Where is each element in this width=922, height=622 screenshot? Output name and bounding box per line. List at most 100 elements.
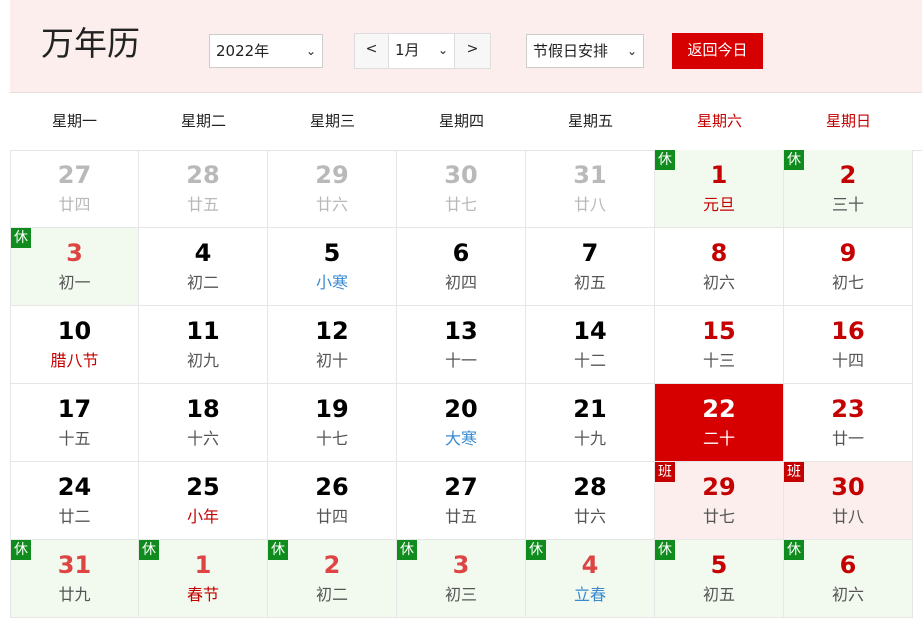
lunar-date: 初十 — [315, 351, 348, 370]
day-cell[interactable]: 12 初十 — [268, 306, 397, 384]
day-number: 25 — [186, 473, 220, 501]
day-cell[interactable]: 休 31 廿九 — [10, 540, 139, 618]
day-number: 12 — [315, 317, 349, 345]
day-cell[interactable]: 27 廿四 — [10, 150, 139, 228]
day-number: 4 — [194, 239, 212, 267]
lunar-date: 初五 — [702, 585, 735, 604]
day-cell[interactable]: 休 5 初五 — [655, 540, 784, 618]
day-number: 11 — [186, 317, 220, 345]
lunar-date: 初一 — [58, 273, 91, 292]
day-number: 21 — [573, 395, 607, 423]
day-number: 30 — [831, 473, 865, 501]
day-cell[interactable]: 21 十九 — [526, 384, 655, 462]
day-cell[interactable]: 7 初五 — [526, 228, 655, 306]
month-select[interactable]: 1月 ⌄ — [388, 33, 455, 69]
holiday-select[interactable]: 节假日安排 ⌄ — [526, 34, 644, 68]
day-cell[interactable]: 20 大寒 — [397, 384, 526, 462]
day-number: 5 — [323, 239, 341, 267]
next-month-button[interactable]: > — [454, 33, 491, 69]
lunar-date: 大寒 — [444, 429, 477, 448]
day-cell[interactable]: 28 廿五 — [139, 150, 268, 228]
lunar-date: 初九 — [186, 351, 219, 370]
day-cell[interactable]: 16 十四 — [784, 306, 913, 384]
lunar-date: 初六 — [831, 585, 864, 604]
month-select-value: 1月 — [395, 41, 420, 59]
day-number: 20 — [444, 395, 478, 423]
lunar-date: 二十 — [702, 429, 735, 448]
day-cell[interactable]: 休 2 初二 — [268, 540, 397, 618]
lunar-date: 小年 — [186, 507, 219, 526]
day-cell[interactable]: 休 3 初三 — [397, 540, 526, 618]
day-number: 6 — [839, 551, 857, 579]
lunar-date: 初五 — [573, 273, 606, 292]
year-select[interactable]: 2022年 ⌄ — [209, 34, 323, 68]
day-cell[interactable]: 休 1 元旦 — [655, 150, 784, 228]
day-cell[interactable]: 29 廿六 — [268, 150, 397, 228]
weekday-label: 星期六 — [696, 112, 742, 130]
page-title: 万年历 — [41, 24, 140, 63]
lunar-date: 初二 — [315, 585, 348, 604]
lunar-date: 廿四 — [315, 507, 348, 526]
day-number: 2 — [839, 161, 857, 189]
day-cell[interactable]: 9 初七 — [784, 228, 913, 306]
day-cell[interactable]: 休 4 立春 — [526, 540, 655, 618]
day-cell[interactable]: 13 十一 — [397, 306, 526, 384]
day-cell[interactable]: 休 3 初一 — [10, 228, 139, 306]
day-number: 31 — [57, 551, 92, 579]
lunar-date: 十九 — [573, 429, 606, 448]
day-cell[interactable]: 28 廿六 — [526, 462, 655, 540]
day-cell[interactable]: 17 十五 — [10, 384, 139, 462]
lunar-date: 廿七 — [702, 507, 735, 526]
day-cell[interactable]: 5 小寒 — [268, 228, 397, 306]
prev-month-button[interactable]: < — [354, 33, 389, 69]
day-cell[interactable]: 15 十三 — [655, 306, 784, 384]
day-number: 7 — [581, 239, 599, 267]
day-number: 16 — [831, 317, 865, 345]
day-cell[interactable]: 休 6 初六 — [784, 540, 913, 618]
day-cell[interactable]: 27 廿五 — [397, 462, 526, 540]
day-cell[interactable]: 30 廿七 — [397, 150, 526, 228]
day-cell[interactable]: 6 初四 — [397, 228, 526, 306]
lunar-date: 十五 — [58, 429, 91, 448]
lunar-date: 初四 — [444, 273, 477, 292]
day-number: 10 — [57, 317, 92, 345]
day-cell[interactable]: 24 廿二 — [10, 462, 139, 540]
weekday-label: 星期三 — [309, 112, 355, 130]
lunar-date: 春节 — [186, 585, 219, 604]
lunar-date: 初三 — [444, 585, 477, 604]
weekday-label: 星期四 — [438, 112, 484, 130]
lunar-date: 廿六 — [315, 195, 348, 214]
day-cell[interactable]: 18 十六 — [139, 384, 268, 462]
day-cell[interactable]: 26 廿四 — [268, 462, 397, 540]
day-cell[interactable]: 休 2 三十 — [784, 150, 913, 228]
day-cell[interactable]: 14 十二 — [526, 306, 655, 384]
weekday-label: 星期一 — [51, 112, 97, 130]
day-number: 3 — [66, 239, 83, 267]
day-cell[interactable]: 19 十七 — [268, 384, 397, 462]
lunar-date: 小寒 — [315, 273, 348, 292]
day-cell[interactable]: 4 初二 — [139, 228, 268, 306]
day-number: 29 — [702, 473, 736, 501]
day-cell[interactable]: 班 29 廿七 — [655, 462, 784, 540]
lunar-date: 廿九 — [58, 585, 91, 604]
day-cell[interactable]: 班 30 廿八 — [784, 462, 913, 540]
day-cell[interactable]: 31 廿八 — [526, 150, 655, 228]
day-number: 23 — [831, 395, 865, 423]
weekday-label: 星期五 — [567, 112, 613, 130]
day-cell[interactable]: 10 腊八节 — [10, 306, 139, 384]
day-cell[interactable]: 11 初九 — [139, 306, 268, 384]
back-to-today-button[interactable]: 返回今日 — [672, 33, 763, 69]
day-cell[interactable]: 23 廿一 — [784, 384, 913, 462]
day-number: 28 — [186, 161, 220, 189]
weekday-label: 星期二 — [180, 112, 226, 130]
chevron-down-icon: ⌄ — [437, 43, 448, 57]
day-cell[interactable]: 25 小年 — [139, 462, 268, 540]
day-number: 24 — [57, 473, 92, 501]
day-cell[interactable]: 22 二十 — [655, 384, 784, 462]
lunar-date: 初六 — [702, 273, 735, 292]
day-number: 5 — [710, 551, 728, 579]
lunar-date: 初二 — [186, 273, 219, 292]
day-cell[interactable]: 8 初六 — [655, 228, 784, 306]
day-cell[interactable]: 休 1 春节 — [139, 540, 268, 618]
weekday-label: 星期日 — [825, 112, 871, 130]
